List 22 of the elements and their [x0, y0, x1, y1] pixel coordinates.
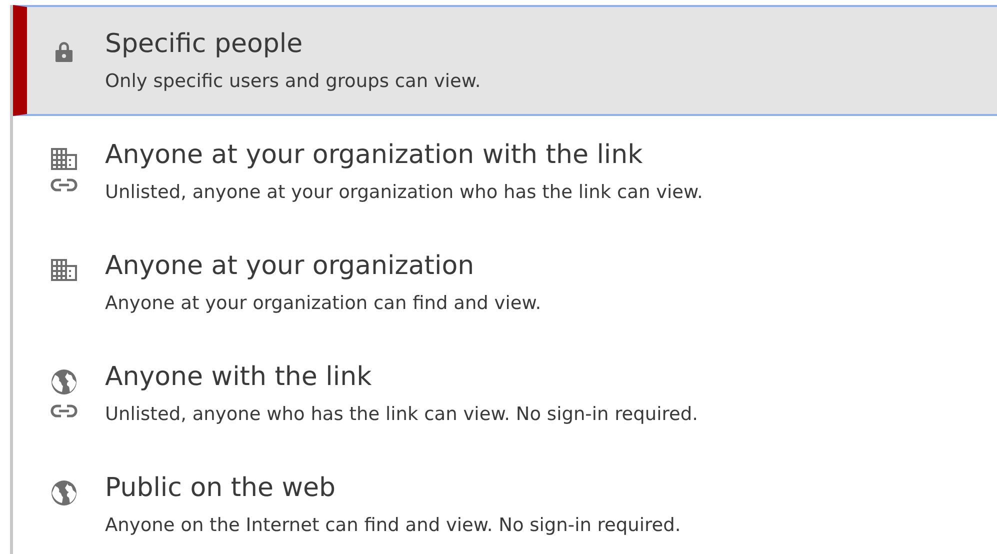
- visibility-option[interactable]: Specific people Only specific users and groups can view.: [13, 5, 997, 116]
- lock-icon: [55, 41, 73, 63]
- option-description: Anyone at your organization can find and view.: [105, 293, 542, 314]
- visibility-option[interactable]: Anyone at your organization with the link Unlisted, anyone at your organization who has the link can view.: [13, 116, 997, 227]
- building-icon: [49, 257, 79, 281]
- link-icon: [50, 178, 78, 192]
- option-title: Anyone at your organization with the link: [105, 139, 644, 172]
- option-title: Anyone with the link: [105, 361, 373, 394]
- visibility-option[interactable]: Anyone at your organization Anyone at your organization can find and view.: [13, 227, 997, 338]
- building-icon: [49, 146, 79, 170]
- option-description: Anyone on the Internet can find and view. No sign-in required.: [105, 515, 681, 536]
- option-description: Unlisted, anyone at your organization who has the link can view.: [105, 182, 703, 203]
- globe-icon: [50, 479, 78, 507]
- link-icon: [50, 404, 78, 418]
- option-description: Only specific users and groups can view.: [105, 71, 481, 92]
- option-title: Public on the web: [105, 472, 337, 505]
- visibility-option[interactable]: Public on the web Anyone on the Internet can find and view. No sign-in required.: [13, 449, 997, 554]
- option-title: Specific people: [105, 28, 304, 61]
- option-description: Unlisted, anyone who has the link can view. No sign-in required.: [105, 404, 698, 425]
- globe-icon: [50, 368, 78, 396]
- visibility-option[interactable]: Anyone with the link Unlisted, anyone who has the link can view. No sign-in required.: [13, 338, 997, 449]
- option-title: Anyone at your organization: [105, 250, 476, 283]
